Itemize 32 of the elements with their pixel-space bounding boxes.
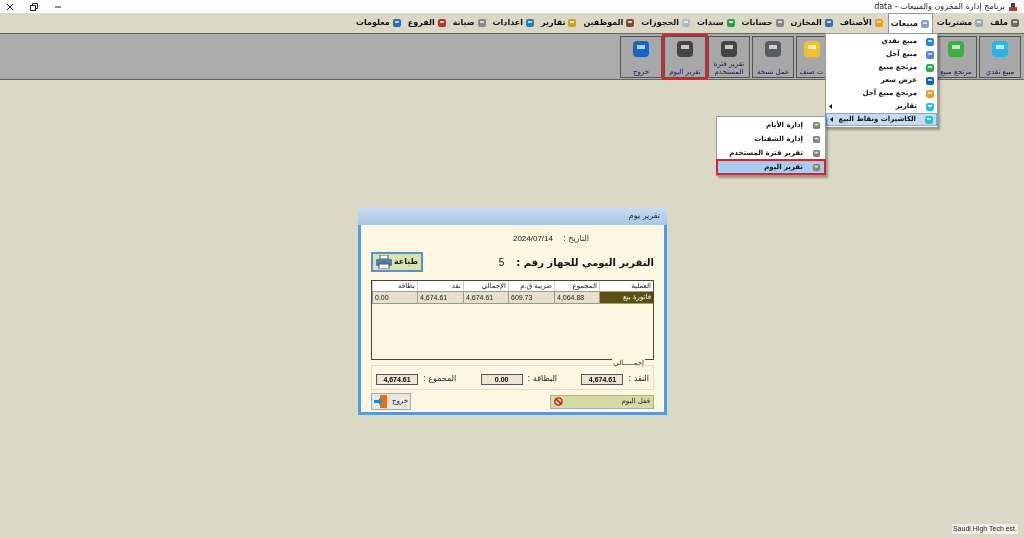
menu-item[interactable]: الموظفين xyxy=(581,13,638,33)
menu-item[interactable]: معلومات xyxy=(354,13,404,33)
menu-item[interactable]: اعدادات xyxy=(490,13,538,33)
no-entry-icon xyxy=(554,397,563,406)
date-label: التاريخ : xyxy=(563,233,589,245)
menu-item[interactable]: ملف xyxy=(988,13,1022,33)
submenu-arrow-icon xyxy=(830,117,834,122)
window-title: برنامج إدارة المخزون والمبيعات - data xyxy=(874,2,1005,11)
menu-item[interactable]: مبيعات xyxy=(887,13,933,33)
total-label: النقد : xyxy=(628,373,649,385)
restore-icon[interactable] xyxy=(30,2,38,11)
menu-item[interactable]: الأصناف xyxy=(837,13,886,33)
menu-item[interactable]: صيانة xyxy=(450,13,489,33)
menu-item[interactable]: المخازن xyxy=(788,13,836,33)
date-value: 2024/07/14 xyxy=(512,233,553,245)
menu-item[interactable]: مشتريات xyxy=(934,13,987,33)
close-icon[interactable] xyxy=(6,2,14,11)
submenu-arrow-icon xyxy=(829,104,833,109)
total-label: المجموع : xyxy=(423,373,457,385)
exit-door-icon xyxy=(374,395,388,408)
app-icon xyxy=(1008,1,1018,12)
menu-item[interactable]: سندات xyxy=(695,13,738,33)
report-heading: التقرير اليومي للجهاز رقم : xyxy=(516,255,654,270)
printer-icon xyxy=(376,255,392,269)
menu-item[interactable]: حسابات xyxy=(739,13,787,33)
print-button[interactable]: طباعة xyxy=(371,252,423,272)
total-label: البطاقة : xyxy=(527,373,558,385)
device-number: 5 xyxy=(498,255,505,270)
menu-item[interactable]: تقارير xyxy=(539,13,580,33)
menu-item[interactable]: الفروع xyxy=(405,13,449,33)
dialog-title: تقرير يوم xyxy=(628,210,661,222)
menu-item[interactable]: الحجوزات xyxy=(639,13,693,33)
